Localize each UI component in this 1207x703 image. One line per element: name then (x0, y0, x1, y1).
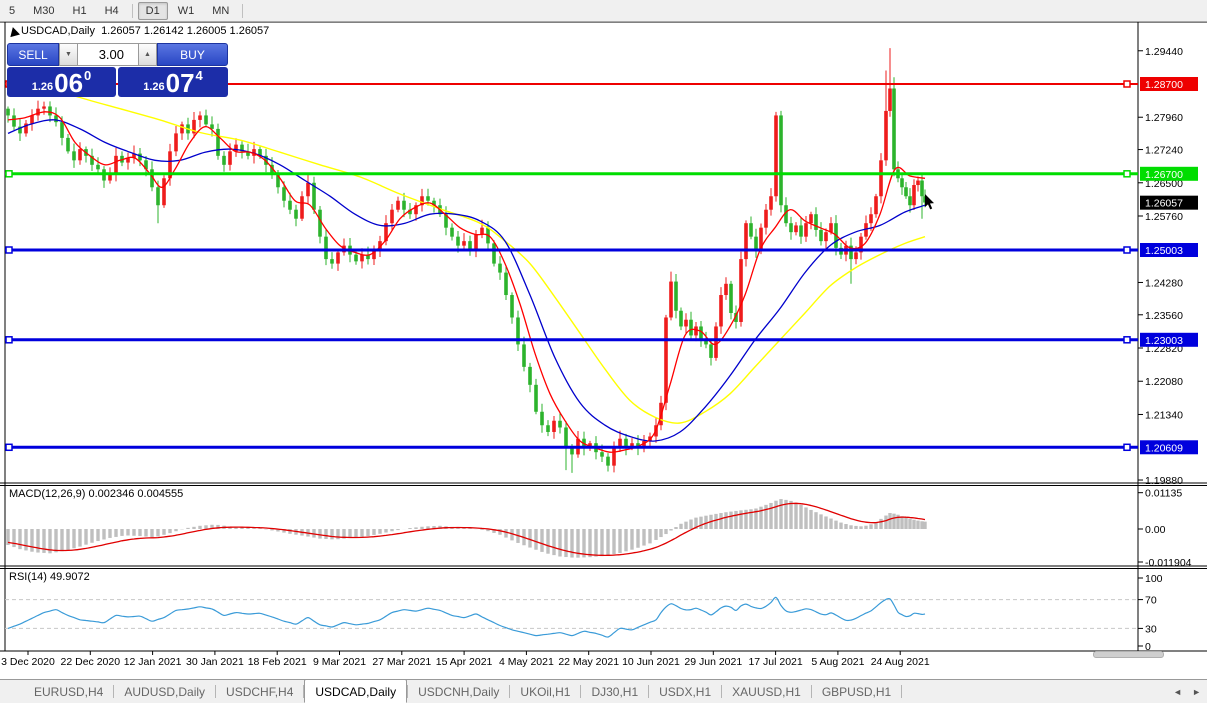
tab-xauusd[interactable]: XAUUSD,H1 (722, 682, 811, 702)
svg-text:1.26700: 1.26700 (1145, 169, 1183, 181)
pane-borders (0, 22, 1207, 651)
svg-text:100: 100 (1145, 573, 1163, 585)
svg-text:1.24280: 1.24280 (1145, 277, 1183, 289)
tab-eurusd[interactable]: EURUSD,H4 (24, 682, 113, 702)
chart-canvas[interactable]: 1.294401.279601.272401.265001.257601.242… (0, 22, 1207, 678)
sell-price-big-digits: 06 (54, 70, 83, 96)
svg-text:30 Jan 2021: 30 Jan 2021 (186, 656, 244, 668)
svg-text:1.23560: 1.23560 (1145, 310, 1183, 322)
svg-text:1.26057: 1.26057 (1145, 198, 1183, 210)
sell-price-prefix: 1.26 (32, 81, 53, 93)
rsi-pane (5, 597, 1138, 637)
mouse-cursor-icon (925, 194, 934, 209)
svg-text:24 Aug 2021: 24 Aug 2021 (871, 656, 930, 668)
svg-text:17 Jul 2021: 17 Jul 2021 (748, 656, 802, 668)
buy-price-display[interactable]: 1.26 07 4 (118, 67, 228, 97)
chart-window: 1.294401.279601.272401.265001.257601.242… (0, 22, 1207, 678)
svg-text:1.27960: 1.27960 (1145, 112, 1183, 124)
svg-text:0.01135: 0.01135 (1145, 488, 1182, 500)
rsi-indicator-label: RSI(14) 49.9072 (9, 571, 90, 583)
tab-separator (901, 685, 902, 698)
tabs-scroll-left-icon[interactable]: ◄ (1173, 688, 1182, 697)
volume-input[interactable]: 3.00 (78, 43, 138, 66)
svg-text:1.22080: 1.22080 (1145, 376, 1183, 388)
timeframe-toolbar: 5M30H1H4 D1W1MN (0, 0, 1207, 22)
tab-dj30[interactable]: DJ30,H1 (581, 682, 648, 702)
svg-text:5 Aug 2021: 5 Aug 2021 (811, 656, 864, 668)
volume-decrease-button[interactable]: ▼ (59, 43, 78, 66)
hline-1.26700[interactable] (5, 171, 1138, 177)
buy-price-pipette: 4 (196, 68, 203, 83)
horizontal-scrollbar-thumb[interactable] (1093, 651, 1164, 658)
svg-text:1.28700: 1.28700 (1145, 79, 1183, 91)
svg-text:10 Jun 2021: 10 Jun 2021 (622, 656, 680, 668)
svg-text:9 Mar 2021: 9 Mar 2021 (313, 656, 366, 668)
ma-slow-line (40, 84, 925, 423)
chart-title: USDCAD,Daily 1.26057 1.26142 1.26005 1.2… (21, 25, 269, 37)
svg-text:1.21340: 1.21340 (1145, 409, 1183, 421)
svg-text:1.25760: 1.25760 (1145, 211, 1183, 223)
tab-usdcad[interactable]: USDCAD,Daily (304, 679, 407, 703)
svg-text:22 Dec 2020: 22 Dec 2020 (61, 656, 121, 668)
timeframe-button-h1[interactable]: H1 (65, 2, 95, 20)
svg-text:-0.011904: -0.011904 (1145, 557, 1192, 569)
svg-text:29 Jun 2021: 29 Jun 2021 (684, 656, 742, 668)
tab-gbpusd[interactable]: GBPUSD,H1 (812, 682, 901, 702)
sell-price-pipette: 0 (84, 68, 91, 83)
one-click-trading-panel: SELL ▼ 3.00 ▲ BUY 1.26 06 0 1.26 07 4 (7, 43, 228, 97)
tab-usdcnh[interactable]: USDCNH,Daily (408, 682, 509, 702)
date-axis: 3 Dec 2020 22 Dec 202012 Jan 2021 30 Jan 2… (1, 651, 930, 668)
toolbar-divider (132, 4, 133, 18)
tab-usdchf[interactable]: USDCHF,H4 (216, 682, 303, 702)
tabs-scroll-right-icon[interactable]: ► (1192, 688, 1201, 697)
toolbar-divider (242, 4, 243, 18)
price-axis: 1.294401.279601.272401.265001.257601.242… (1138, 46, 1198, 653)
timeframe-button-mn[interactable]: MN (204, 2, 237, 20)
svg-text:30: 30 (1145, 623, 1157, 635)
tab-ukoil[interactable]: UKOil,H1 (510, 682, 580, 702)
svg-text:1.23003: 1.23003 (1145, 335, 1183, 347)
chart-tab-bar: ◄ ► EURUSD,H4AUDUSD,DailyUSDCHF,H4USDCAD… (0, 679, 1207, 703)
tab-usdx[interactable]: USDX,H1 (649, 682, 721, 702)
timeframe-button-w1[interactable]: W1 (170, 2, 203, 20)
buy-button[interactable]: BUY (157, 43, 228, 66)
svg-text:1.20609: 1.20609 (1145, 442, 1183, 454)
svg-text:4 May 2021: 4 May 2021 (499, 656, 554, 668)
svg-text:12 Jan 2021: 12 Jan 2021 (124, 656, 182, 668)
svg-text:0.00: 0.00 (1145, 524, 1166, 536)
sell-button[interactable]: SELL (7, 43, 59, 66)
timeframe-button-5[interactable]: 5 (1, 2, 23, 20)
buy-price-prefix: 1.26 (143, 81, 164, 93)
timeframe-button-h4[interactable]: H4 (97, 2, 127, 20)
macd-pane (8, 499, 925, 558)
hline-1.23003[interactable] (5, 337, 1138, 343)
one-click-toggle-icon[interactable] (7, 26, 19, 38)
volume-increase-button[interactable]: ▲ (138, 43, 157, 66)
hline-1.25003[interactable] (5, 247, 1138, 253)
svg-text:1.25003: 1.25003 (1145, 245, 1183, 257)
svg-text:1.29440: 1.29440 (1145, 46, 1183, 58)
svg-text:1.19880: 1.19880 (1145, 475, 1183, 487)
buy-price-big-digits: 07 (166, 70, 195, 96)
svg-text:27 Mar 2021: 27 Mar 2021 (372, 656, 431, 668)
candles-layer (6, 48, 927, 473)
mt4-window: 5M30H1H4 D1W1MN 1.29440 1.27960 1.27240 1.26… (0, 0, 1207, 703)
macd-indicator-label: MACD(12,26,9) 0.002346 0.004555 (9, 488, 183, 500)
svg-text:1.27240: 1.27240 (1145, 145, 1183, 157)
svg-text:18 Feb 2021: 18 Feb 2021 (248, 656, 307, 668)
svg-text:15 Apr 2021: 15 Apr 2021 (436, 656, 493, 668)
timeframe-button-d1[interactable]: D1 (138, 2, 168, 20)
svg-text:22 May 2021: 22 May 2021 (558, 656, 619, 668)
svg-text:70: 70 (1145, 595, 1157, 607)
timeframe-button-m30[interactable]: M30 (25, 2, 62, 20)
svg-text:3 Dec 2020: 3 Dec 2020 (1, 656, 55, 668)
tab-audusd[interactable]: AUDUSD,Daily (114, 682, 215, 702)
sell-price-display[interactable]: 1.26 06 0 (7, 67, 116, 97)
